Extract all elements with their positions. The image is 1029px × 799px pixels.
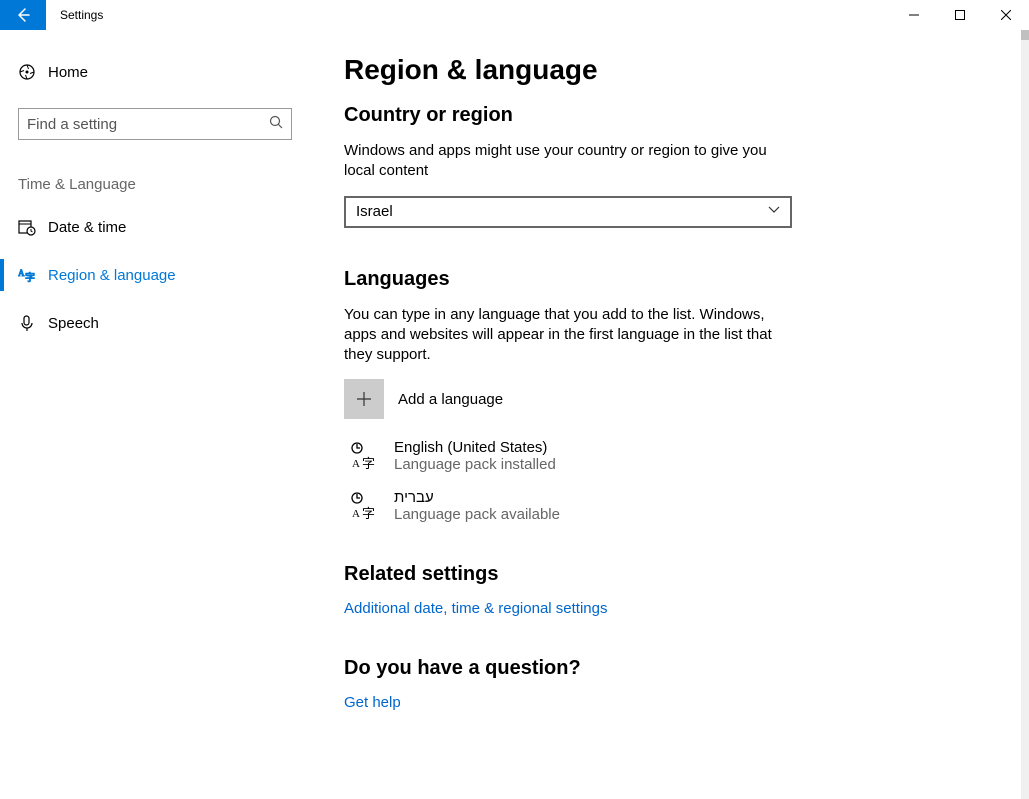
languages-description: You can type in any language that you ad… (344, 305, 774, 366)
nav-date-time[interactable]: Date & time (0, 203, 310, 251)
language-name: עברית (394, 489, 560, 506)
sidebar: Home Time & Language Date & time A字 Regi… (0, 30, 310, 799)
close-button[interactable] (983, 0, 1029, 30)
microphone-icon (18, 314, 48, 332)
minimize-button[interactable] (891, 0, 937, 30)
language-glyph-icon: A字 (344, 439, 384, 469)
region-description: Windows and apps might use your country … (344, 141, 774, 182)
svg-text:字: 字 (362, 506, 375, 519)
home-icon (18, 63, 48, 81)
calendar-clock-icon (18, 218, 48, 236)
related-settings-link[interactable]: Additional date, time & regional setting… (344, 600, 989, 617)
svg-text:字: 字 (362, 456, 375, 469)
scrollbar-thumb[interactable] (1021, 30, 1029, 40)
svg-text:A: A (352, 508, 360, 519)
section-related: Related settings (344, 563, 989, 586)
nav-label: Date & time (48, 219, 126, 236)
nav-speech[interactable]: Speech (0, 299, 310, 347)
search-box[interactable] (18, 108, 292, 140)
plus-icon (344, 379, 384, 419)
page-title: Region & language (344, 54, 989, 86)
window-title: Settings (46, 0, 891, 30)
content-area: Region & language Country or region Wind… (310, 30, 1029, 799)
svg-text:字: 字 (25, 271, 35, 284)
back-button[interactable] (0, 0, 46, 30)
language-icon: A字 (18, 266, 48, 284)
language-glyph-icon: A字 (344, 489, 384, 519)
back-arrow-icon (15, 7, 31, 23)
chevron-down-icon (768, 203, 780, 220)
section-languages: Languages (344, 268, 989, 291)
language-name: English (United States) (394, 439, 556, 456)
language-item-english[interactable]: A字 English (United States) Language pack… (344, 439, 989, 473)
nav-group-heading: Time & Language (18, 176, 310, 193)
language-status: Language pack available (394, 506, 560, 523)
add-language-label: Add a language (398, 391, 503, 408)
home-label: Home (48, 64, 88, 81)
language-item-hebrew[interactable]: A字 עברית Language pack available (344, 489, 989, 523)
section-country-region: Country or region (344, 104, 989, 127)
close-icon (1001, 10, 1011, 20)
svg-text:A: A (352, 458, 360, 469)
svg-text:A: A (18, 268, 25, 278)
get-help-link[interactable]: Get help (344, 694, 989, 711)
nav-label: Speech (48, 315, 99, 332)
maximize-button[interactable] (937, 0, 983, 30)
region-dropdown[interactable]: Israel (344, 196, 792, 228)
language-status: Language pack installed (394, 456, 556, 473)
nav-label: Region & language (48, 267, 176, 284)
region-value: Israel (356, 203, 393, 220)
minimize-icon (909, 10, 919, 20)
home-nav[interactable]: Home (0, 50, 310, 94)
nav-region-language[interactable]: A字 Region & language (0, 251, 310, 299)
scrollbar-track[interactable] (1021, 30, 1029, 799)
add-language-button[interactable]: Add a language (344, 379, 989, 419)
maximize-icon (955, 10, 965, 20)
search-input[interactable] (27, 116, 269, 133)
section-question: Do you have a question? (344, 657, 989, 680)
search-icon (269, 115, 283, 133)
